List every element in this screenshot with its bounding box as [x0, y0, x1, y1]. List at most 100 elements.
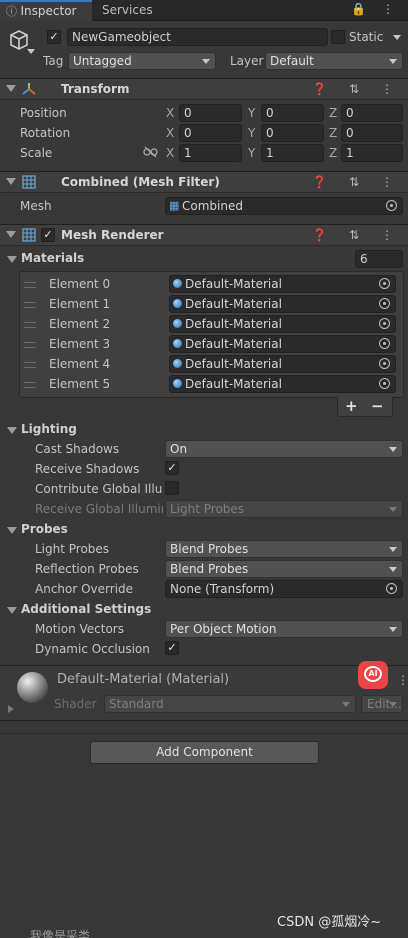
ai-badge-icon[interactable]: AI [358, 661, 388, 689]
remove-element-button[interactable]: − [371, 397, 384, 415]
mesh-filter-icon [22, 175, 36, 192]
materials-label: Materials [21, 251, 85, 265]
axis-x-label: X [166, 106, 175, 120]
materials-foldout-arrow[interactable] [7, 256, 17, 263]
shader-edit-button: Edit... [361, 695, 403, 713]
object-picker-icon[interactable] [386, 583, 397, 594]
cube-dropdown-arrow[interactable] [27, 49, 35, 54]
object-picker-icon[interactable] [379, 278, 390, 289]
object-picker-icon[interactable] [379, 378, 390, 389]
rotation-z-input[interactable]: 0 [341, 124, 403, 142]
position-y-input[interactable]: 0 [261, 104, 324, 122]
material-slot-value: Default-Material [185, 377, 282, 391]
mesh-grid-icon: ▦ [169, 199, 180, 212]
material-slot[interactable]: Default-Material [169, 335, 396, 353]
material-sphere-icon [173, 359, 182, 368]
tab-services[interactable]: Services [96, 0, 153, 21]
component-menu-icons[interactable]: ❓ ⇅ ⋮ [312, 175, 402, 189]
component-menu-icons[interactable]: ❓ ⇅ ⋮ [312, 228, 402, 242]
light-probes-dropdown[interactable]: Blend Probes [165, 540, 403, 558]
tab-menu-icons[interactable]: 🔒 ⋮ [351, 2, 400, 16]
collapse-arrow-icon[interactable] [6, 178, 16, 185]
element-label: Element 0 [49, 277, 111, 291]
additional-settings-foldout-arrow[interactable] [7, 607, 17, 614]
material-foldout-arrow[interactable] [8, 705, 14, 713]
material-slot-value: Default-Material [185, 337, 282, 351]
lighting-foldout-arrow[interactable] [7, 427, 17, 434]
drag-handle-icon[interactable] [24, 362, 36, 368]
transform-title: Transform [61, 82, 130, 96]
object-picker-icon[interactable] [379, 298, 390, 309]
drag-handle-icon[interactable] [24, 302, 36, 308]
material-slot[interactable]: Default-Material [169, 295, 396, 313]
layer-dropdown[interactable]: Default [265, 52, 403, 70]
layer-label: Layer [230, 54, 264, 68]
material-menu-icon[interactable]: ⋮ [397, 673, 408, 687]
static-dropdown-arrow[interactable] [393, 35, 401, 40]
reflection-probes-label: Reflection Probes [35, 562, 139, 576]
anchor-override-field[interactable]: None (Transform) [165, 580, 403, 598]
receive-gi-label: Receive Global Illumina [35, 502, 163, 516]
collapse-arrow-icon[interactable] [6, 85, 16, 92]
anchor-override-label: Anchor Override [35, 582, 134, 596]
reflection-probes-dropdown[interactable]: Blend Probes [165, 560, 403, 578]
probes-foldout-arrow[interactable] [7, 527, 17, 534]
tag-label: Tag [43, 54, 64, 68]
mesh-renderer-header[interactable]: ✓ Mesh Renderer ❓ ⇅ ⋮ [0, 224, 408, 246]
material-slot[interactable]: Default-Material [169, 355, 396, 373]
add-element-button[interactable]: + [345, 397, 358, 415]
object-picker-icon[interactable] [379, 358, 390, 369]
mesh-filter-header[interactable]: Combined (Mesh Filter) ❓ ⇅ ⋮ [0, 171, 408, 193]
material-slot-value: Default-Material [185, 297, 282, 311]
axis-z-label: Z [329, 126, 338, 140]
active-checkbox[interactable]: ✓ [47, 30, 61, 44]
scale-z-input[interactable]: 1 [341, 144, 403, 162]
receive-shadows-checkbox[interactable]: ✓ [165, 461, 179, 475]
bottom-partial-text: 我像是采类 [30, 929, 91, 938]
rotation-y-input[interactable]: 0 [261, 124, 324, 142]
material-sphere-icon [173, 319, 182, 328]
material-slot[interactable]: Default-Material [169, 275, 396, 293]
material-sphere-icon [173, 279, 182, 288]
cast-shadows-dropdown[interactable]: On [165, 440, 403, 458]
link-scale-icon[interactable] [143, 146, 158, 161]
tab-inspector[interactable]: ⓘ Inspector [0, 0, 92, 21]
material-slot[interactable]: Default-Material [169, 375, 396, 393]
dynamic-occlusion-checkbox[interactable]: ✓ [165, 641, 179, 655]
static-label: Static [349, 30, 384, 44]
collapse-arrow-icon[interactable] [6, 231, 16, 238]
element-label: Element 2 [49, 317, 111, 331]
position-z-input[interactable]: 0 [341, 104, 403, 122]
contribute-gi-checkbox[interactable] [165, 481, 179, 495]
component-menu-icons[interactable]: ❓ ⇅ ⋮ [312, 82, 402, 96]
transform-header[interactable]: Transform ❓ ⇅ ⋮ [0, 78, 408, 100]
position-x-input[interactable]: 0 [179, 104, 242, 122]
add-component-button[interactable]: Add Component [90, 741, 319, 764]
material-title: Default-Material (Material) [57, 672, 230, 687]
material-slot[interactable]: Default-Material [169, 315, 396, 333]
object-name-input[interactable]: NewGameobject [67, 28, 328, 46]
element-label: Element 1 [49, 297, 111, 311]
rotation-x-input[interactable]: 0 [179, 124, 242, 142]
ai-badge-text: AI [364, 666, 382, 682]
drag-handle-icon[interactable] [24, 342, 36, 348]
drag-handle-icon[interactable] [24, 282, 36, 288]
object-picker-icon[interactable] [379, 318, 390, 329]
materials-count-input[interactable]: 6 [355, 250, 403, 268]
material-sphere-icon [173, 379, 182, 388]
object-picker-icon[interactable] [379, 338, 390, 349]
static-checkbox[interactable] [331, 30, 345, 44]
mesh-renderer-icon [22, 228, 36, 245]
scale-y-input[interactable]: 1 [261, 144, 324, 162]
tag-dropdown[interactable]: Untagged [68, 52, 216, 70]
drag-handle-icon[interactable] [24, 322, 36, 328]
rotation-label: Rotation [20, 126, 71, 140]
mesh-object-field[interactable]: ▦ Combined [165, 197, 403, 215]
axis-y-label: Y [248, 146, 256, 160]
motion-vectors-dropdown[interactable]: Per Object Motion [165, 620, 403, 638]
object-picker-icon[interactable] [386, 200, 397, 211]
scale-x-input[interactable]: 1 [179, 144, 242, 162]
drag-handle-icon[interactable] [24, 382, 36, 388]
mesh-renderer-enabled-checkbox[interactable]: ✓ [41, 228, 55, 242]
mesh-filter-title: Combined (Mesh Filter) [61, 175, 220, 189]
